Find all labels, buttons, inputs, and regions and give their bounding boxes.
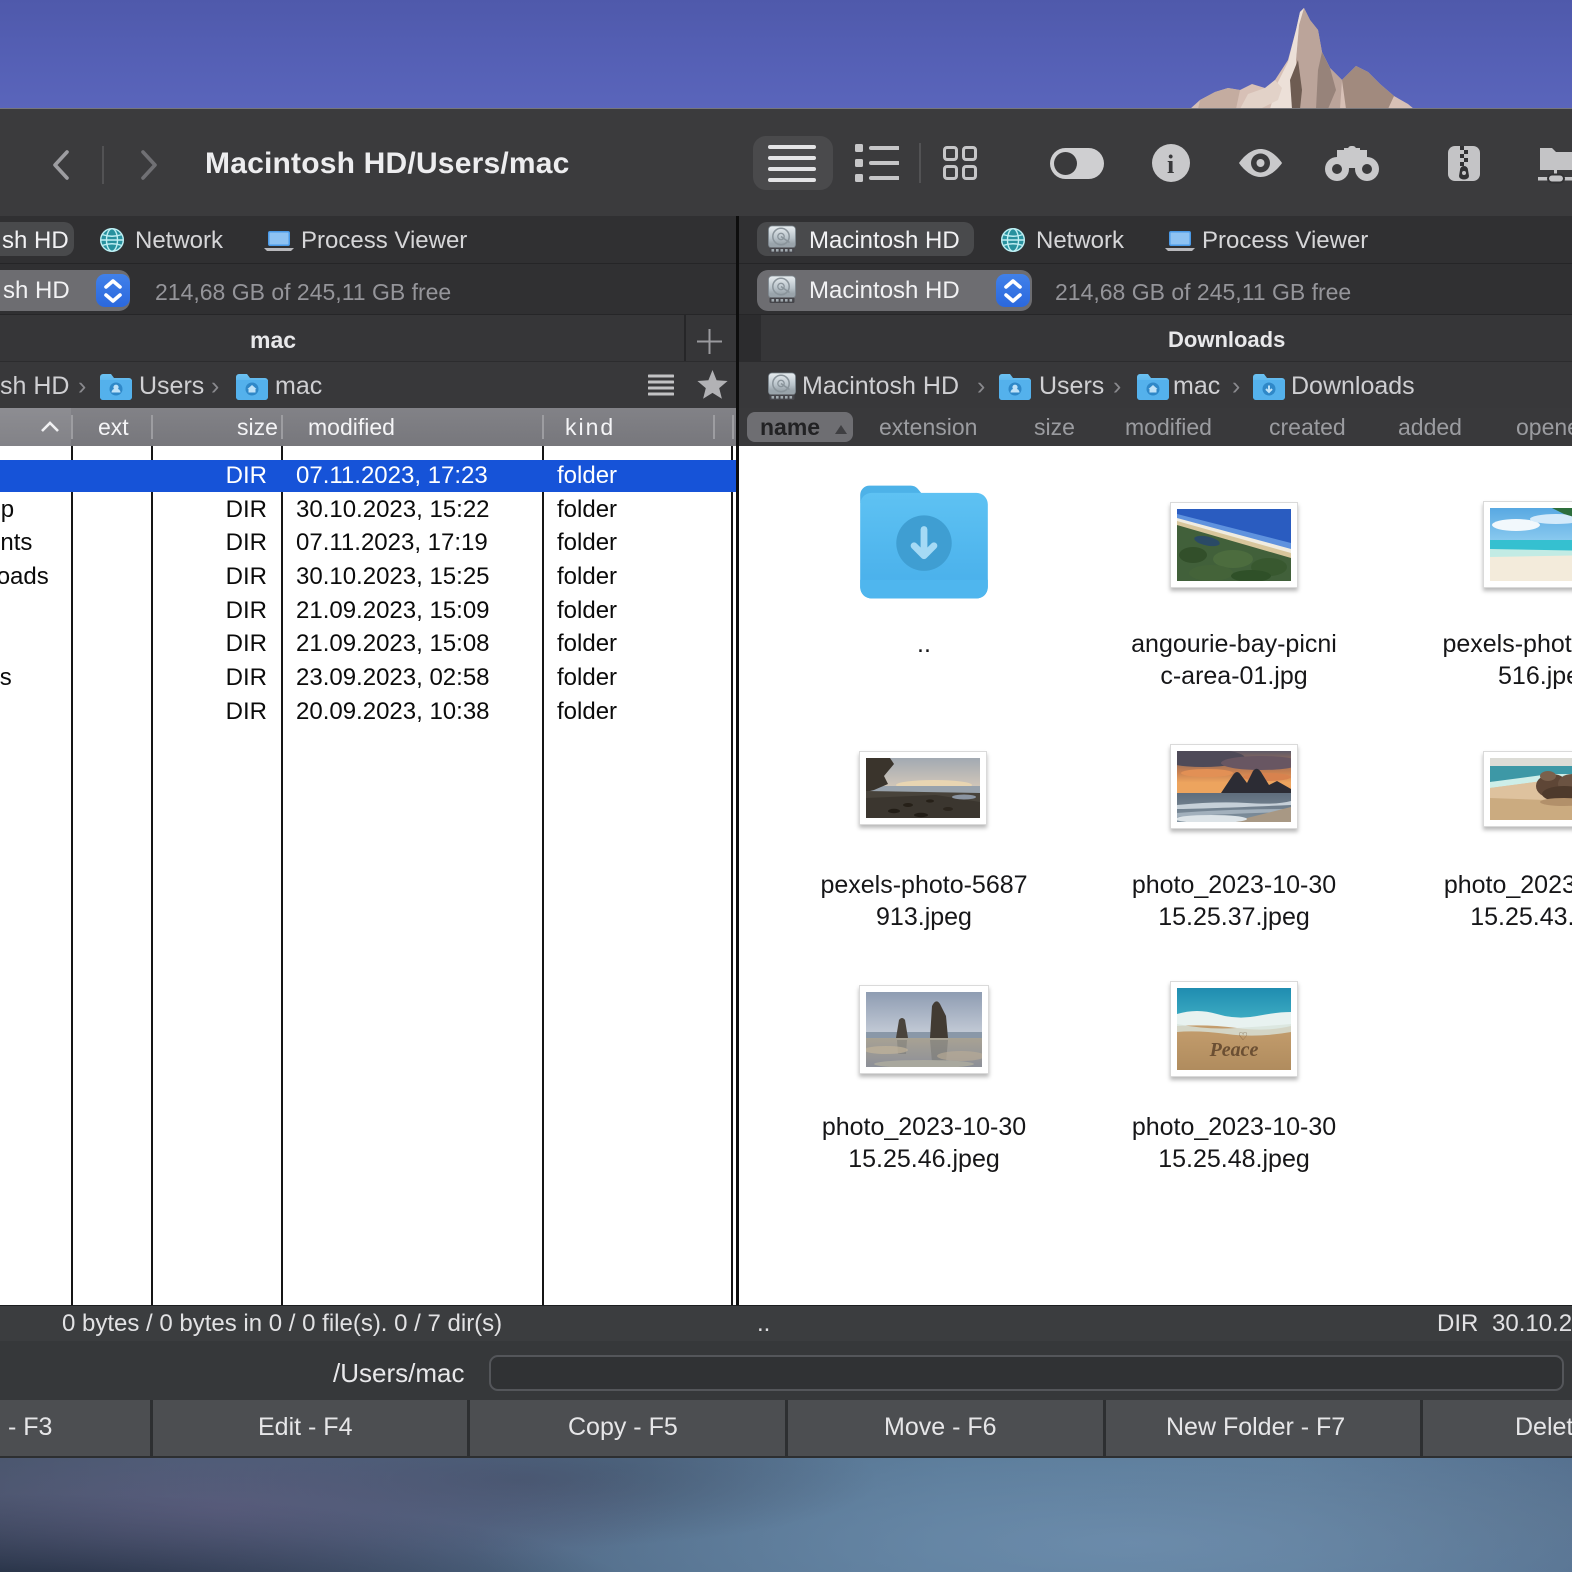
svg-text:♡: ♡ [1238, 1031, 1248, 1043]
svg-text:Peace: Peace [1209, 1039, 1259, 1061]
